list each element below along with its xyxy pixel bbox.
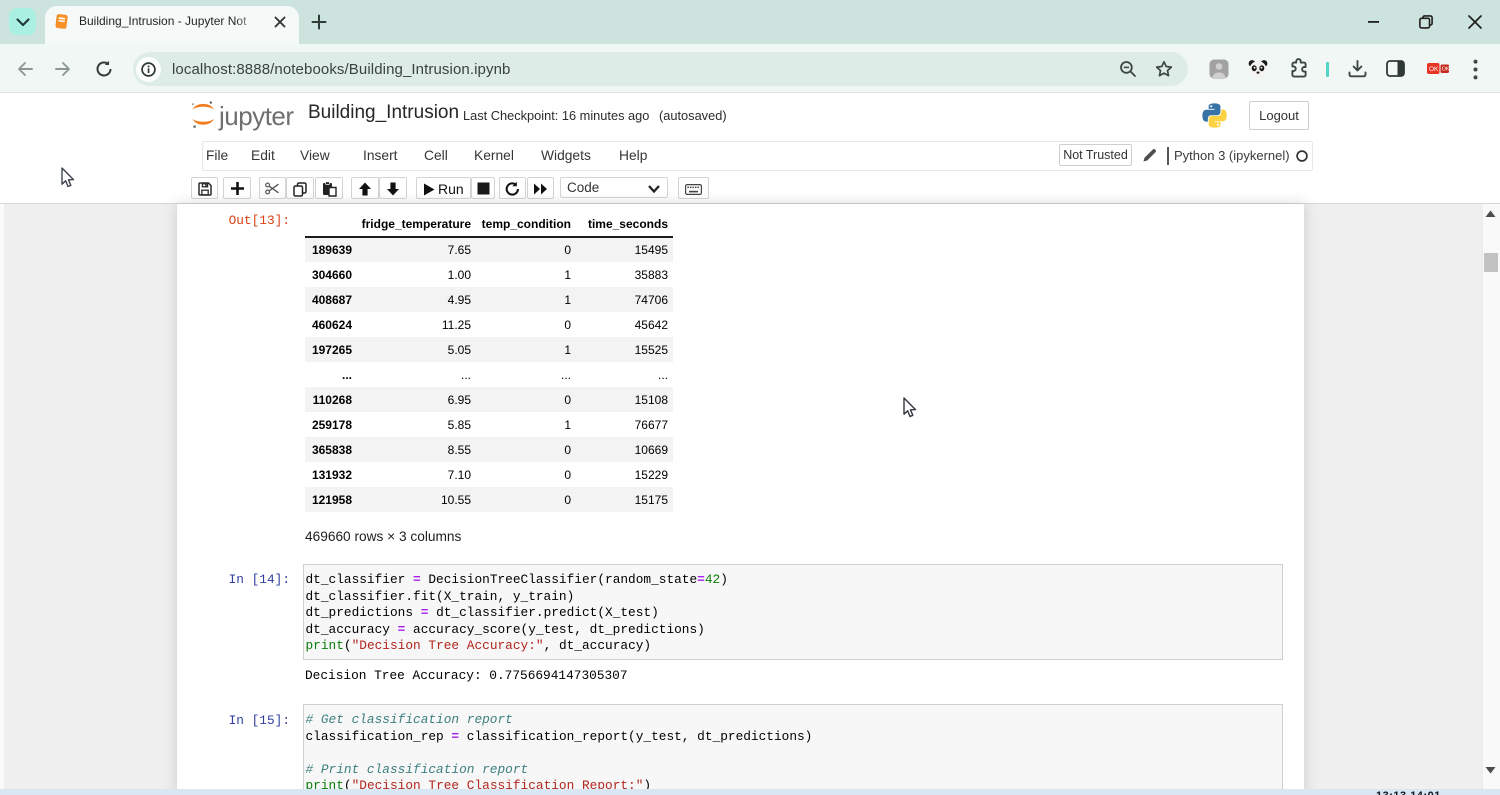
svg-text:OK: OK <box>1442 67 1449 73</box>
svg-text:OK: OK <box>1429 66 1439 73</box>
